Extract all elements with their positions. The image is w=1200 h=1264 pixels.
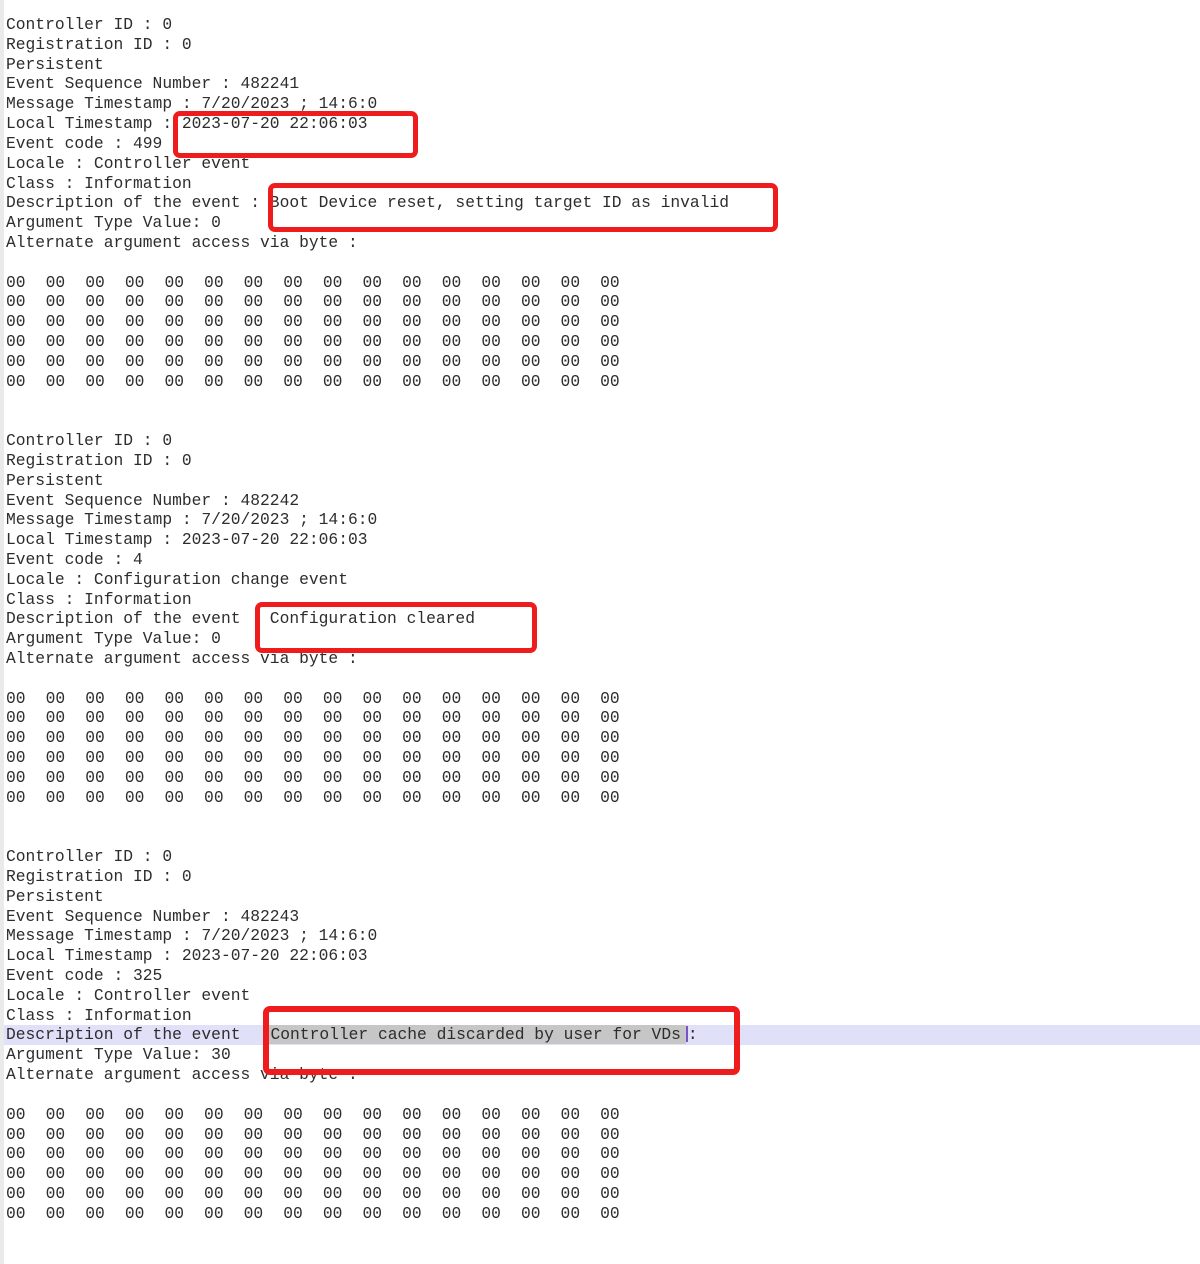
log-line: Event Sequence Number : 482243 [6,907,1200,927]
event-header-lines: Controller ID : 0Registration ID : 0Pers… [6,847,1200,1025]
annotation-box-cache-discarded [263,1006,740,1075]
hex-dump-row: 00 00 00 00 00 00 00 00 00 00 00 00 00 0… [6,1125,1200,1145]
log-line: Event Sequence Number : 482241 [6,74,1200,94]
log-line: Event code : 4 [6,550,1200,570]
hex-dump-row: 00 00 00 00 00 00 00 00 00 00 00 00 00 0… [6,748,1200,768]
log-line: Alternate argument access via byte : [6,649,1200,669]
log-line: Locale : Configuration change event [6,570,1200,590]
hex-dump-row: 00 00 00 00 00 00 00 00 00 00 00 00 00 0… [6,1144,1200,1164]
hex-dump-row: 00 00 00 00 00 00 00 00 00 00 00 00 00 0… [6,768,1200,788]
log-line: Registration ID : 0 [6,451,1200,471]
annotation-box-local-timestamp [173,111,418,158]
log-line: Registration ID : 0 [6,867,1200,887]
log-line: Persistent [6,471,1200,491]
hex-dump: 00 00 00 00 00 00 00 00 00 00 00 00 00 0… [6,273,1200,392]
log-line: Controller ID : 0 [6,431,1200,451]
log-line: Controller ID : 0 [6,15,1200,35]
hex-dump: 00 00 00 00 00 00 00 00 00 00 00 00 00 0… [6,1105,1200,1224]
hex-dump-row: 00 00 00 00 00 00 00 00 00 00 00 00 00 0… [6,1204,1200,1224]
hex-dump-row: 00 00 00 00 00 00 00 00 00 00 00 00 00 0… [6,728,1200,748]
annotation-box-configuration-cleared [255,602,537,653]
hex-dump-row: 00 00 00 00 00 00 00 00 00 00 00 00 00 0… [6,1164,1200,1184]
event-footer-lines: Argument Type Value: 0Alternate argument… [6,629,1200,669]
hex-dump-row: 00 00 00 00 00 00 00 00 00 00 00 00 00 0… [6,788,1200,808]
log-line: Event code : 325 [6,966,1200,986]
log-line: Locale : Controller event [6,986,1200,1006]
log-line: Registration ID : 0 [6,35,1200,55]
log-line: Event Sequence Number : 482242 [6,491,1200,511]
log-line: Local Timestamp : 2023-07-20 22:06:03 [6,530,1200,550]
hex-dump: 00 00 00 00 00 00 00 00 00 00 00 00 00 0… [6,689,1200,808]
log-line: Controller ID : 0 [6,847,1200,867]
log-line: Local Timestamp : 2023-07-20 22:06:03 [6,946,1200,966]
hex-dump-row: 00 00 00 00 00 00 00 00 00 00 00 00 00 0… [6,1184,1200,1204]
hex-dump-row: 00 00 00 00 00 00 00 00 00 00 00 00 00 0… [6,292,1200,312]
hex-dump-row: 00 00 00 00 00 00 00 00 00 00 00 00 00 0… [6,708,1200,728]
log-line: Persistent [6,55,1200,75]
log-line: Class : Information [6,590,1200,610]
hex-dump-row: 00 00 00 00 00 00 00 00 00 00 00 00 00 0… [6,352,1200,372]
log-line: Message Timestamp : 7/20/2023 ; 14:6:0 [6,510,1200,530]
hex-dump-row: 00 00 00 00 00 00 00 00 00 00 00 00 00 0… [6,312,1200,332]
hex-dump-row: 00 00 00 00 00 00 00 00 00 00 00 00 00 0… [6,689,1200,709]
log-line: Message Timestamp : 7/20/2023 ; 14:6:0 [6,926,1200,946]
hex-dump-row: 00 00 00 00 00 00 00 00 00 00 00 00 00 0… [6,273,1200,293]
hex-dump-row: 00 00 00 00 00 00 00 00 00 00 00 00 00 0… [6,372,1200,392]
description-label: Description of the event [6,1025,241,1044]
log-line: Argument Type Value: 0 [6,629,1200,649]
event-header-lines: Controller ID : 0Registration ID : 0Pers… [6,431,1200,609]
event-header-lines: Controller ID : 0Registration ID : 0Pers… [6,15,1200,193]
hex-dump-row: 00 00 00 00 00 00 00 00 00 00 00 00 00 0… [6,1105,1200,1125]
window-left-border [0,0,4,1264]
log-line: Alternate argument access via byte : [6,233,1200,253]
hex-dump-row: 00 00 00 00 00 00 00 00 00 00 00 00 00 0… [6,332,1200,352]
annotation-box-boot-device-reset [268,183,778,232]
event-block-482242: Controller ID : 0Registration ID : 0Pers… [6,431,1200,807]
log-line: Persistent [6,887,1200,907]
description-line: Description of the event Configuration c… [6,609,1200,629]
